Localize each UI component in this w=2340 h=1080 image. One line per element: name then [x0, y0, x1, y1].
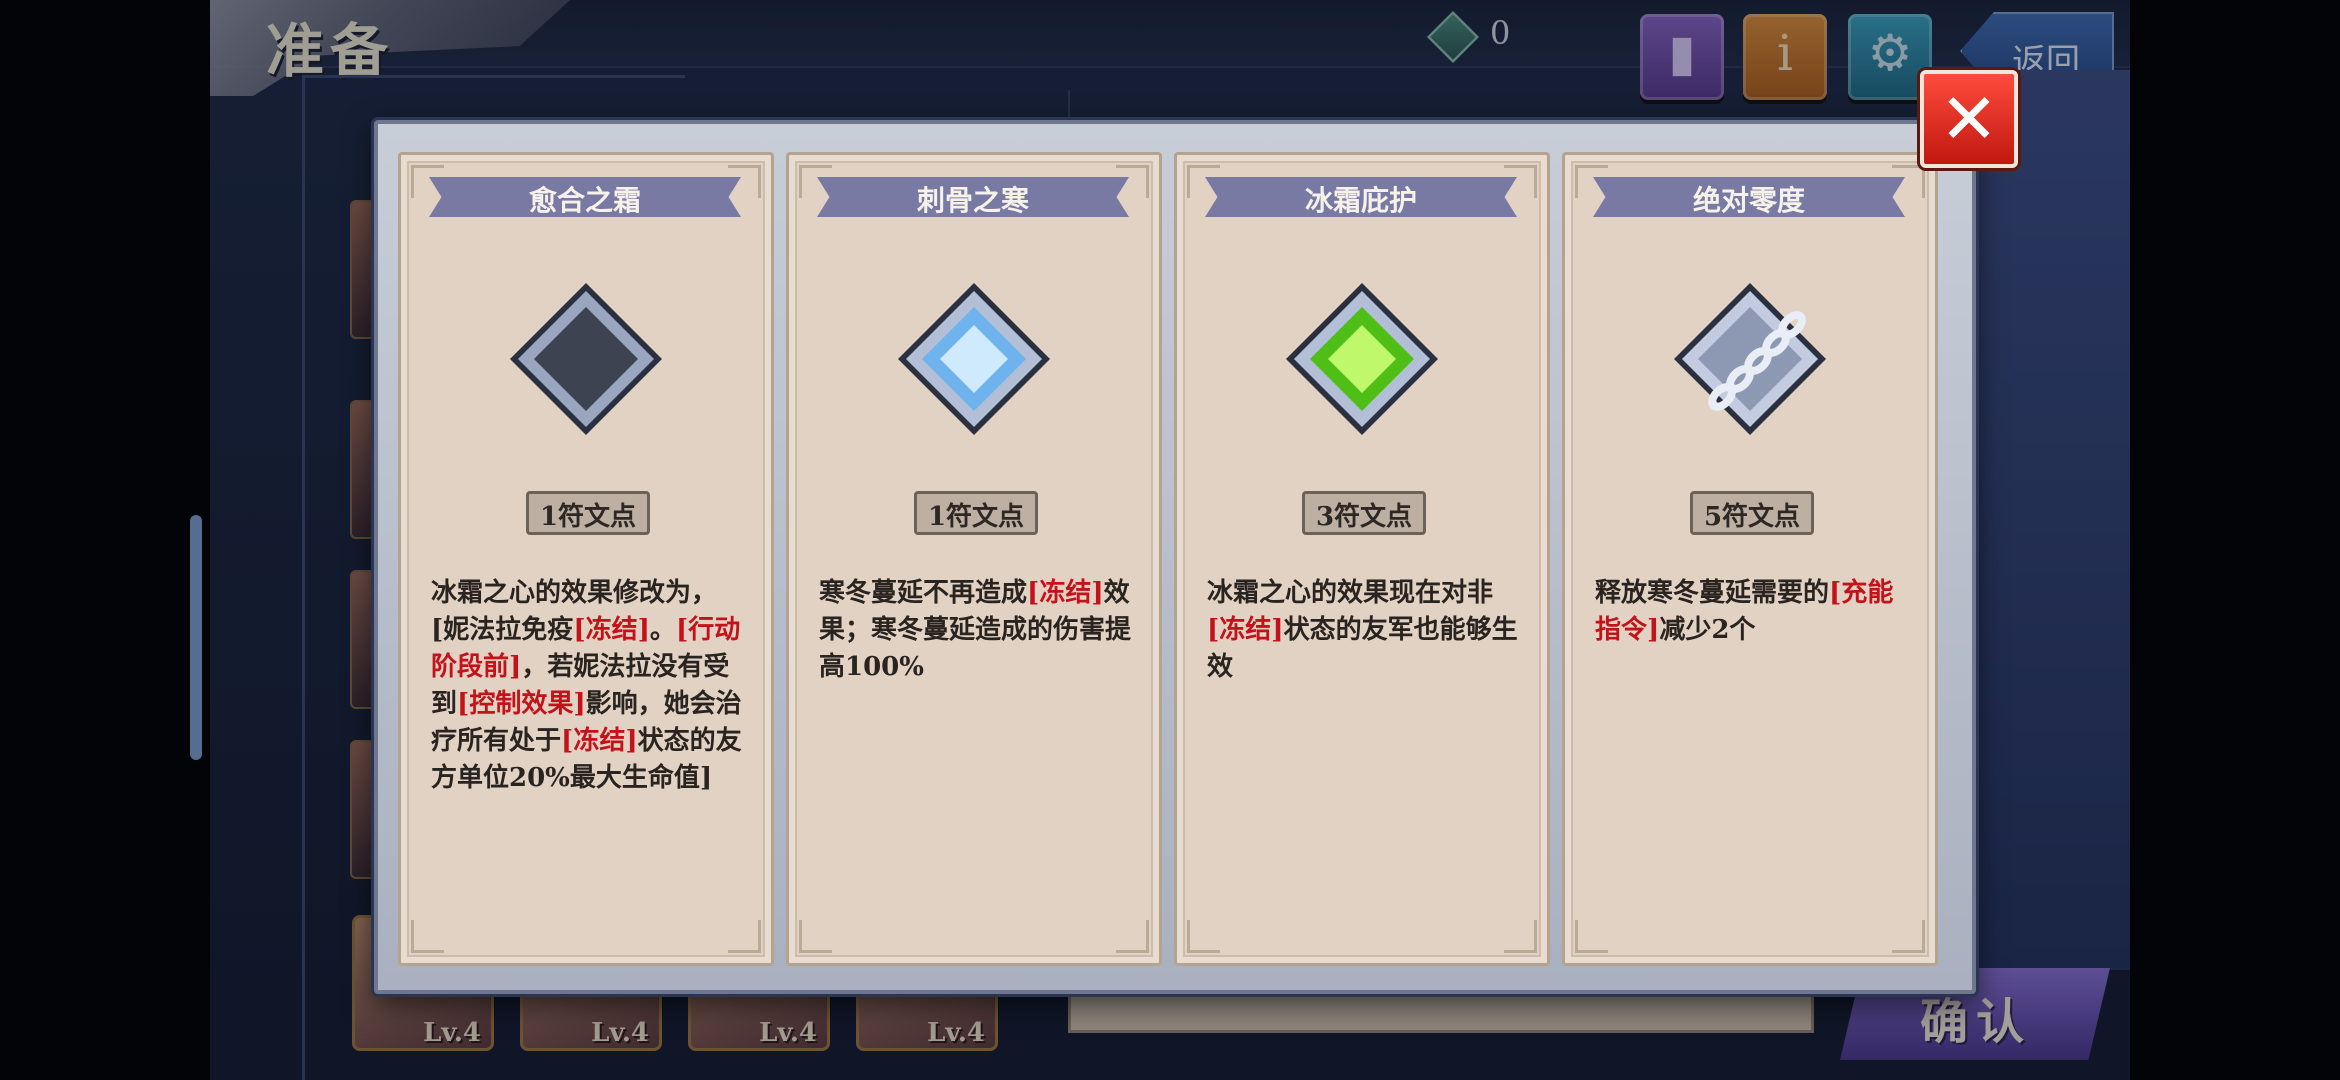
card-corner: [1892, 920, 1925, 953]
card-title: 冰霜庇护: [1304, 184, 1417, 217]
card-title-ribbon: 刺骨之寒: [817, 177, 1129, 217]
rune-card[interactable]: 绝对零度 5符文点 释放寒冬蔓延需要的[充能指令]减少2个: [1562, 152, 1938, 966]
rune-card[interactable]: 刺骨之寒 1符文点 寒冬蔓延不再造成[冻结]效果；寒冬蔓延造成的伤害提高100%: [786, 152, 1162, 966]
keyword-text: [冻结]: [561, 726, 638, 756]
rune-description: 冰霜之心的效果现在对非[冻结]状态的友军也能够生效: [1207, 575, 1519, 686]
rune-card[interactable]: 冰霜庇护 3符文点 冰霜之心的效果现在对非[冻结]状态的友军也能够生效: [1174, 152, 1550, 966]
card-title-ribbon: 绝对零度: [1593, 177, 1905, 217]
rune-description: 冰霜之心的效果修改为，[妮法拉免疫[冻结]。[行动阶段前]，若妮法拉没有受到[控…: [431, 575, 743, 797]
description-text: 。: [649, 615, 676, 645]
card-title-ribbon: 冰霜庇护: [1205, 177, 1517, 217]
chained-diamond-icon: [1674, 283, 1826, 435]
description-text: 释放寒冬蔓延需要的: [1595, 578, 1830, 608]
card-corner: [1187, 920, 1220, 953]
keyword-text: [冻结]: [1027, 578, 1104, 608]
description-text: 寒冬蔓延不再造成: [819, 578, 1028, 608]
card-corner: [1116, 920, 1149, 953]
rune-description: 寒冬蔓延不再造成[冻结]效果；寒冬蔓延造成的伤害提高100%: [819, 575, 1131, 686]
card-title: 绝对零度: [1692, 184, 1805, 217]
rune-cost-label: 3符文点: [1315, 502, 1413, 532]
rune-cost: 5符文点: [1690, 491, 1814, 535]
rune-card[interactable]: 愈合之霜 1符文点 冰霜之心的效果修改为，[妮法拉免疫[冻结]。[行动阶段前]，…: [398, 152, 774, 966]
card-title: 愈合之霜: [528, 184, 641, 217]
dark-diamond-icon: [510, 283, 662, 435]
close-button[interactable]: ✕: [1920, 70, 2018, 168]
rune-cost: 3符文点: [1302, 491, 1426, 535]
card-corner: [728, 920, 761, 953]
card-title-ribbon: 愈合之霜: [429, 177, 741, 217]
card-corner: [1575, 920, 1608, 953]
description-text: 冰霜之心的效果现在对非: [1207, 578, 1494, 608]
card-corner: [799, 920, 832, 953]
keyword-text: [冻结]: [573, 615, 650, 645]
rune-cost-label: 1符文点: [927, 502, 1025, 532]
green-diamond-icon: [1286, 283, 1438, 435]
description-text: 减少2个: [1659, 615, 1756, 645]
card-title: 刺骨之寒: [916, 184, 1029, 217]
close-icon: ✕: [1939, 78, 1999, 160]
rune-cost-label: 5符文点: [1703, 502, 1801, 532]
keyword-text: [控制效果]: [457, 689, 586, 719]
ice-diamond-icon: [898, 283, 1050, 435]
rune-cost: 1符文点: [526, 491, 650, 535]
card-corner: [1504, 920, 1537, 953]
rune-description: 释放寒冬蔓延需要的[充能指令]减少2个: [1595, 575, 1907, 649]
rune-modal: 愈合之霜 1符文点 冰霜之心的效果修改为，[妮法拉免疫[冻结]。[行动阶段前]，…: [374, 120, 1976, 994]
card-corner: [411, 920, 444, 953]
rune-cost: 1符文点: [914, 491, 1038, 535]
keyword-text: [冻结]: [1207, 615, 1284, 645]
rune-cost-label: 1符文点: [539, 502, 637, 532]
